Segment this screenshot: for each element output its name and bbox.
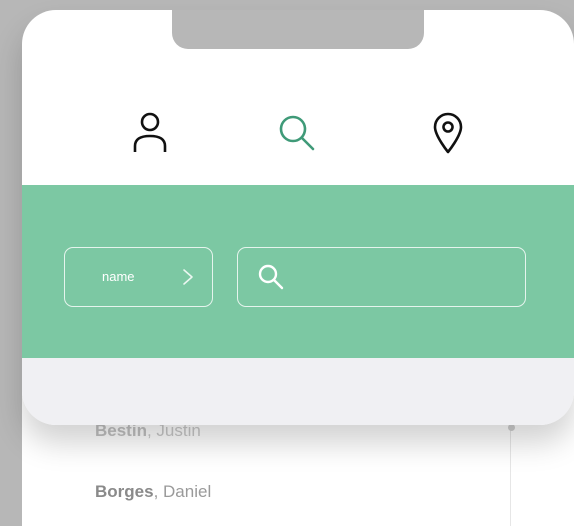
device-notch	[172, 10, 424, 49]
search-icon	[258, 264, 284, 290]
search-panel: name	[22, 10, 574, 425]
list-item-last-name: Borges	[95, 482, 154, 501]
list-header-spacer	[22, 358, 574, 425]
filter-label: name	[102, 269, 135, 284]
location-pin-icon[interactable]	[428, 110, 468, 154]
list-item-first-name: , Daniel	[153, 482, 212, 501]
user-icon[interactable]	[130, 110, 170, 154]
filter-field-button[interactable]: name	[64, 247, 213, 307]
search-input[interactable]	[294, 258, 518, 298]
search-icon[interactable]	[277, 110, 317, 154]
chevron-right-icon	[183, 269, 193, 285]
list-item[interactable]: Borges, Daniel	[95, 482, 211, 502]
search-field[interactable]	[237, 247, 526, 307]
scrollbar-thumb[interactable]	[508, 424, 515, 431]
